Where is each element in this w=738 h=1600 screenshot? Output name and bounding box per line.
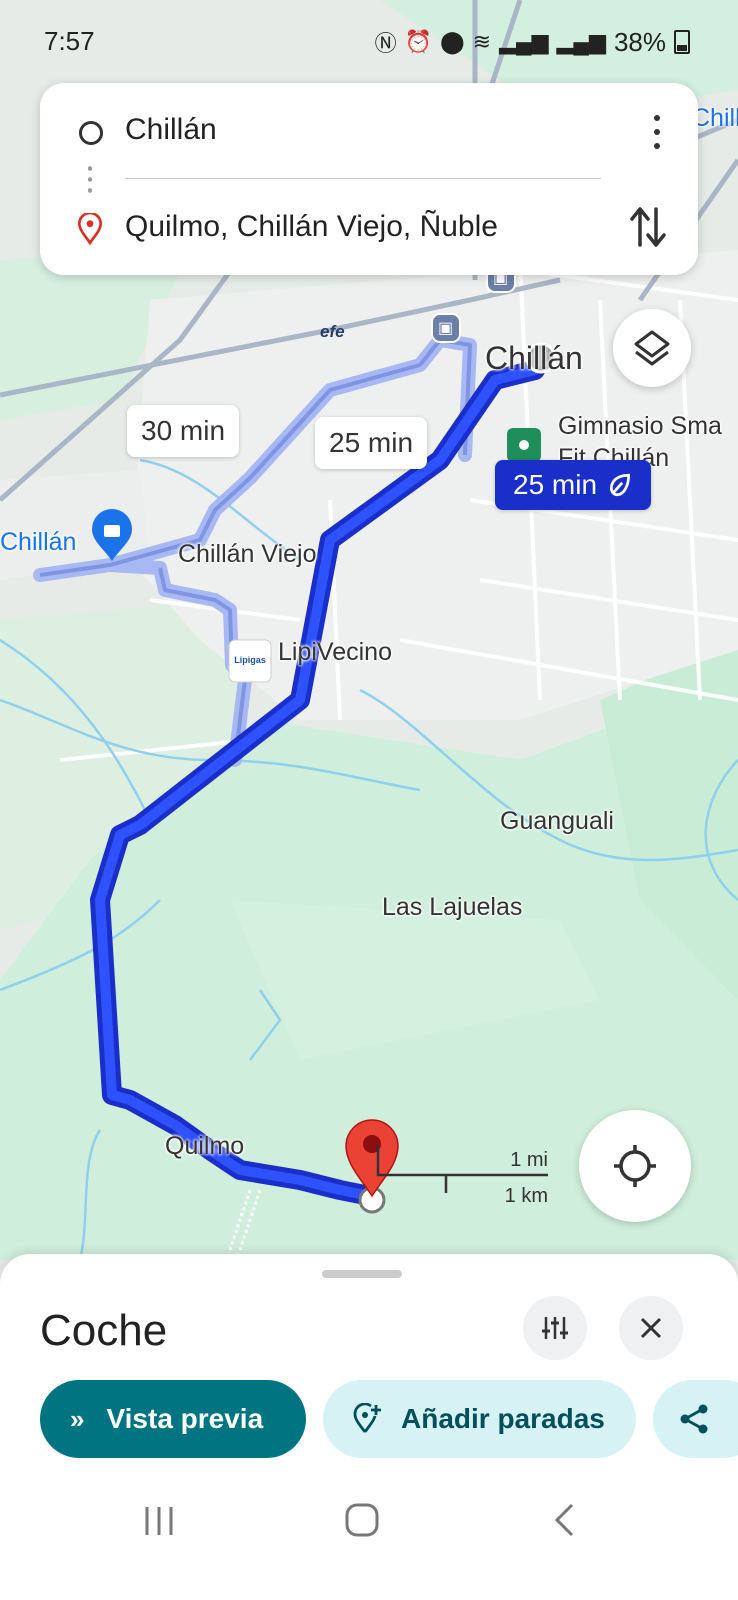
map-scale: 1 mi 1 km [372, 1145, 548, 1207]
battery-icon [674, 30, 690, 54]
eco-leaf-icon [610, 473, 631, 497]
lipigas-logo: Lipigas [234, 655, 266, 665]
origin-icon [79, 121, 103, 145]
route-selected-25min[interactable]: 25 min [495, 460, 652, 510]
add-location-icon [353, 1403, 381, 1433]
divider [125, 178, 601, 179]
battery-percent: 38% [613, 26, 666, 57]
route-alt-30min[interactable]: 30 min [127, 405, 240, 457]
my-location-icon [614, 1145, 656, 1187]
label-chillan-shopping[interactable]: Chillán [0, 528, 76, 557]
destination-pin-icon [77, 213, 103, 245]
directions-card: Chillán Quilmo, Chillán Viejo, Ñuble [40, 83, 698, 275]
label-guanguali: Guanguali [500, 807, 614, 835]
label-gym[interactable]: Gimnasio Sma [558, 412, 722, 441]
layers-button[interactable] [613, 309, 691, 387]
scale-km: 1 km [504, 1185, 548, 1207]
scale-miles: 1 mi [510, 1149, 548, 1171]
home-icon[interactable] [344, 1502, 380, 1538]
sheet-drag-handle[interactable] [322, 1270, 402, 1278]
origin-field[interactable]: Chillán [125, 113, 217, 147]
recents-icon[interactable] [142, 1504, 176, 1538]
add-stops-label: Añadir paradas [401, 1403, 605, 1434]
share-icon [680, 1404, 708, 1434]
close-icon [640, 1317, 662, 1339]
system-nav-bar [0, 1470, 738, 1600]
route-dots-icon [88, 163, 92, 197]
status-time: 7:57 [44, 26, 95, 56]
label-chillan-city[interactable]: Chillán [485, 340, 583, 377]
location-icon: ⬤ [440, 29, 465, 54]
share-button[interactable] [653, 1380, 738, 1458]
my-location-button[interactable] [579, 1110, 691, 1222]
swap-icon[interactable] [628, 205, 668, 249]
signal-2-icon: ▂▄▆ [556, 29, 606, 54]
label-chillan-edge: Chilla [692, 104, 738, 132]
preview-button[interactable]: » Vista previa [40, 1380, 306, 1458]
add-stops-button[interactable]: Añadir paradas [323, 1380, 636, 1458]
preview-label: Vista previa [106, 1403, 264, 1434]
route-selected-time: 25 min [513, 469, 598, 500]
route-options-button[interactable] [523, 1296, 587, 1360]
more-vert-icon[interactable] [652, 115, 662, 149]
chevron-double-icon: » [70, 1403, 85, 1434]
wifi-icon: ≋ [472, 29, 492, 54]
label-quilmo: Quilmo [165, 1132, 245, 1160]
alarm-icon: ⏰ [404, 29, 433, 54]
tune-icon [542, 1317, 568, 1339]
sheet-title: Coche [40, 1306, 168, 1355]
status-bar: 7:57 Ⓝ ⏰ ⬤ ≋ ▂▄▆ ▂▄▆ 38% [0, 0, 738, 80]
label-lipivecino[interactable]: LipiVecino [278, 638, 392, 667]
back-icon[interactable] [552, 1502, 576, 1538]
layers-icon [634, 330, 670, 366]
nfc-icon: Ⓝ [374, 31, 397, 56]
label-chillan-viejo: Chillán Viejo [178, 540, 317, 568]
label-las-lajuelas: Las Lajuelas [382, 893, 523, 921]
train-station-icon[interactable]: ▣ [438, 318, 453, 338]
efe-logo: efe [320, 322, 345, 341]
close-button[interactable] [619, 1296, 683, 1360]
route-alt-25min[interactable]: 25 min [315, 417, 428, 469]
signal-icon: ▂▄▆ [499, 29, 549, 54]
destination-field[interactable]: Quilmo, Chillán Viejo, Ñuble [125, 210, 498, 244]
